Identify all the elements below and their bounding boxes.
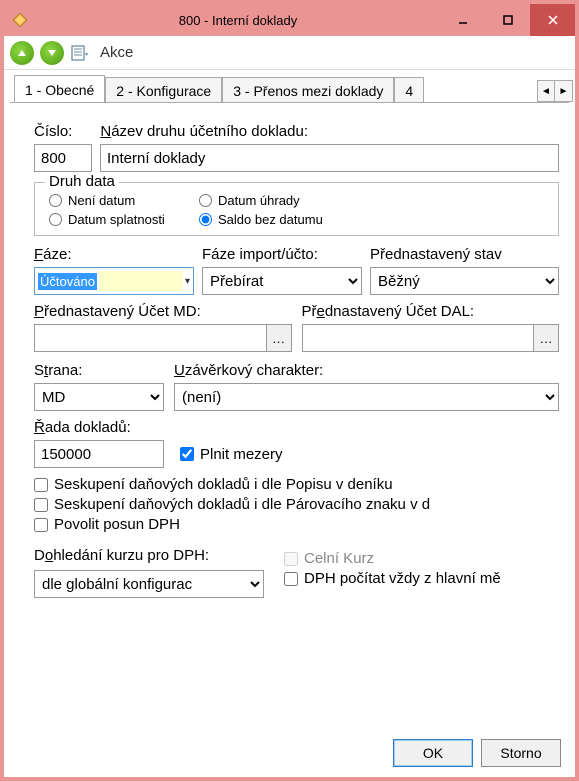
povolit-posun-checkbox[interactable]: Povolit posun DPH: [34, 516, 559, 533]
tab-prenos[interactable]: 3 - Přenos mezi doklady: [222, 77, 394, 103]
dph-pocitat-checkbox[interactable]: DPH počítat vždy z hlavní mě: [284, 570, 559, 587]
uzaverkovy-label: Uzávěrkový charakter:: [174, 362, 559, 379]
druh-data-group: Druh data Není datum Datum úhrady Datum …: [34, 182, 559, 236]
seskup-parov-checkbox[interactable]: Seskupení daňových dokladů i dle Párovac…: [34, 496, 559, 513]
celni-kurz-checkbox: Celní Kurz: [284, 550, 559, 567]
ok-button[interactable]: OK: [393, 739, 473, 767]
cislo-label: Číslo:: [34, 123, 72, 140]
ucet-md-label: Přednastavený Účet MD:: [34, 303, 292, 320]
rada-dokladu-input[interactable]: [34, 440, 164, 468]
tab-obecne[interactable]: 1 - Obecné: [14, 75, 105, 102]
tab-scroll-right[interactable]: ►: [555, 80, 573, 102]
storno-button[interactable]: Storno: [481, 739, 561, 767]
app-icon: [12, 12, 28, 28]
uzaverkovy-select[interactable]: (není): [174, 383, 559, 411]
faze-select[interactable]: Účtováno▾: [34, 267, 194, 295]
ucet-dal-label: Přednastavený Účet DAL:: [302, 303, 560, 320]
rada-dokladu-label: Řada dokladů:: [34, 419, 559, 436]
minimize-button[interactable]: [440, 4, 485, 36]
ucet-dal-input[interactable]: [302, 324, 534, 352]
tab-4[interactable]: 4: [394, 77, 424, 103]
ucet-dal-lookup-button[interactable]: …: [533, 324, 559, 352]
tab-scroll-left[interactable]: ◄: [537, 80, 555, 102]
tab-content: Číslo: Název druhu účetního dokladu: Dru…: [10, 102, 569, 777]
radio-saldo-bez-datumu[interactable]: Saldo bez datumu: [199, 212, 548, 227]
strana-label: Strana:: [34, 362, 164, 379]
dialog-buttons: OK Storno: [393, 739, 561, 767]
faze-import-label: Fáze import/účto:: [202, 246, 362, 263]
nav-up-button[interactable]: [10, 41, 34, 65]
cislo-input[interactable]: [34, 144, 92, 172]
prednast-stav-select[interactable]: Běžný: [370, 267, 559, 295]
ucet-md-input[interactable]: [34, 324, 266, 352]
chevron-down-icon: ▾: [185, 276, 190, 287]
radio-datum-uhrady[interactable]: Datum úhrady: [199, 193, 548, 208]
nav-down-button[interactable]: [40, 41, 64, 65]
seskup-popisu-checkbox[interactable]: Seskupení daňových dokladů i dle Popisu …: [34, 476, 559, 493]
faze-label: Fáze:: [34, 246, 194, 263]
dohledani-select[interactable]: dle globální konfigurac: [34, 570, 264, 598]
nazev-input[interactable]: [100, 144, 559, 172]
tab-konfigurace[interactable]: 2 - Konfigurace: [105, 77, 222, 103]
maximize-button[interactable]: [485, 4, 530, 36]
ucet-md-lookup-button[interactable]: …: [266, 324, 292, 352]
tab-scroll: ◄ ►: [537, 80, 573, 102]
strana-select[interactable]: MD: [34, 383, 164, 411]
toolbar: Akce: [4, 36, 575, 70]
window-title: 800 - Interní doklady: [36, 13, 440, 28]
window-controls: [440, 4, 575, 36]
prednast-stav-label: Přednastavený stav: [370, 246, 559, 263]
list-icon[interactable]: [70, 43, 90, 63]
nazev-label: Název druhu účetního dokladu:: [100, 123, 308, 140]
druh-data-legend: Druh data: [45, 173, 119, 190]
radio-datum-splatnosti[interactable]: Datum splatnosti: [49, 212, 199, 227]
tabstrip: 1 - Obecné 2 - Konfigurace 3 - Přenos me…: [4, 70, 575, 102]
toolbar-akce-label[interactable]: Akce: [100, 44, 133, 61]
faze-import-select[interactable]: Přebírat: [202, 267, 362, 295]
radio-neni-datum[interactable]: Není datum: [49, 193, 199, 208]
titlebar: 800 - Interní doklady: [4, 4, 575, 36]
window: 800 - Interní doklady Akce 1 - Obecné 2 …: [0, 0, 579, 781]
plnit-mezery-checkbox[interactable]: Plnit mezery: [180, 446, 283, 463]
close-button[interactable]: [530, 4, 575, 36]
dohledani-label: Dohledání kurzu pro DPH:: [34, 547, 264, 564]
